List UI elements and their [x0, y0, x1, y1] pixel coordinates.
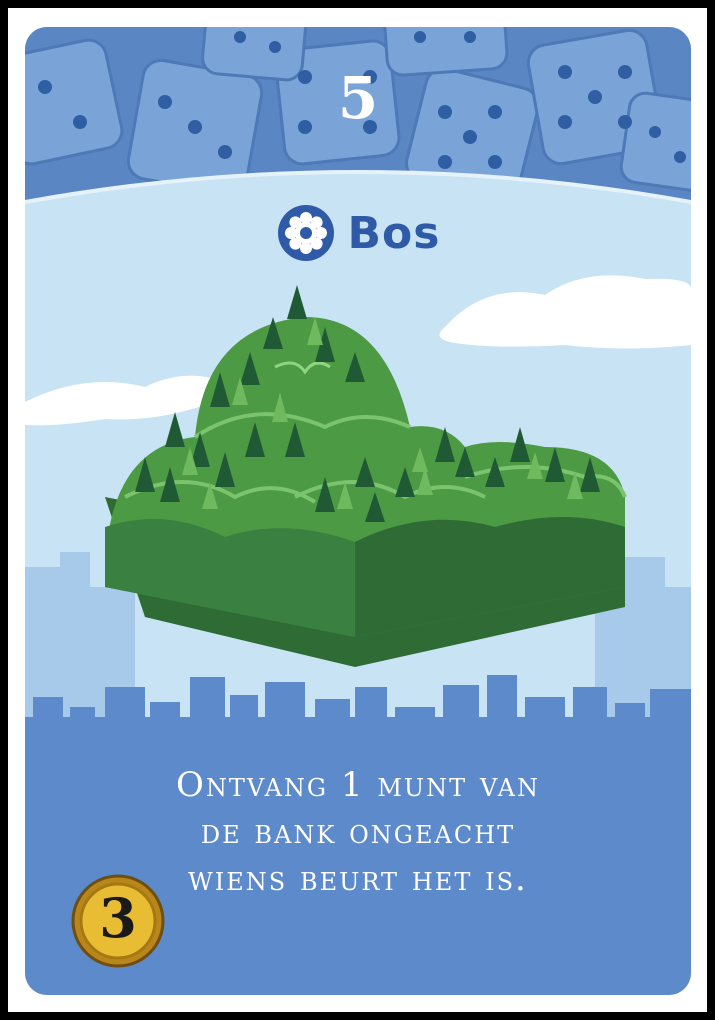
gear-icon: [277, 205, 334, 261]
cost-value: 3: [99, 886, 137, 950]
card-name: Bos: [347, 207, 441, 259]
effect-line-2: de bank ongeacht: [200, 812, 516, 852]
cost-coin: 3: [69, 872, 167, 970]
activation-number: 5: [337, 64, 379, 132]
card[interactable]: 5 Bos Ontvang 1 munt van de bank ongeach…: [25, 27, 691, 995]
effect-line-1: Ontvang 1 munt van: [176, 765, 540, 805]
card-title: Bos: [25, 203, 691, 263]
